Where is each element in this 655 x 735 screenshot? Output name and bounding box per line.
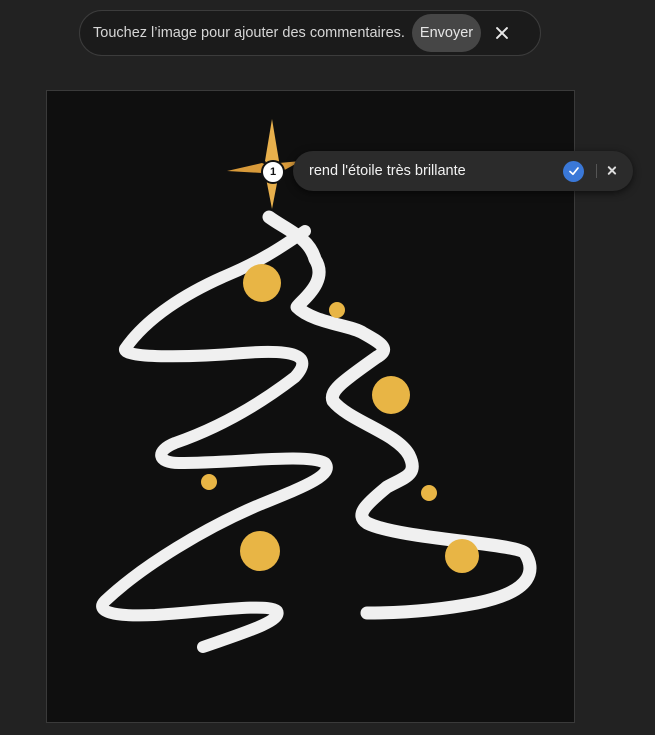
- checkmark-icon[interactable]: [563, 160, 584, 182]
- ornament: [421, 485, 437, 501]
- ornament: [372, 376, 410, 414]
- ornament: [201, 474, 217, 490]
- comment-text[interactable]: rend l'étoile très brillante: [309, 163, 563, 179]
- comment-pin[interactable]: 1: [261, 160, 285, 184]
- tree-stroke-left: [96, 225, 333, 653]
- ornament: [329, 302, 345, 318]
- ornament: [240, 531, 280, 571]
- ornament: [243, 264, 281, 302]
- close-icon[interactable]: [605, 164, 619, 178]
- divider: [596, 164, 597, 178]
- tree-stroke: [262, 210, 537, 620]
- feedback-toolbar: Touchez l’image pour ajouter des comment…: [79, 10, 541, 56]
- close-icon[interactable]: [493, 24, 511, 42]
- ornament: [445, 539, 479, 573]
- comment-bubble: rend l'étoile très brillante: [293, 151, 633, 191]
- send-button[interactable]: Envoyer: [411, 14, 482, 52]
- feedback-hint: Touchez l’image pour ajouter des comment…: [93, 25, 405, 41]
